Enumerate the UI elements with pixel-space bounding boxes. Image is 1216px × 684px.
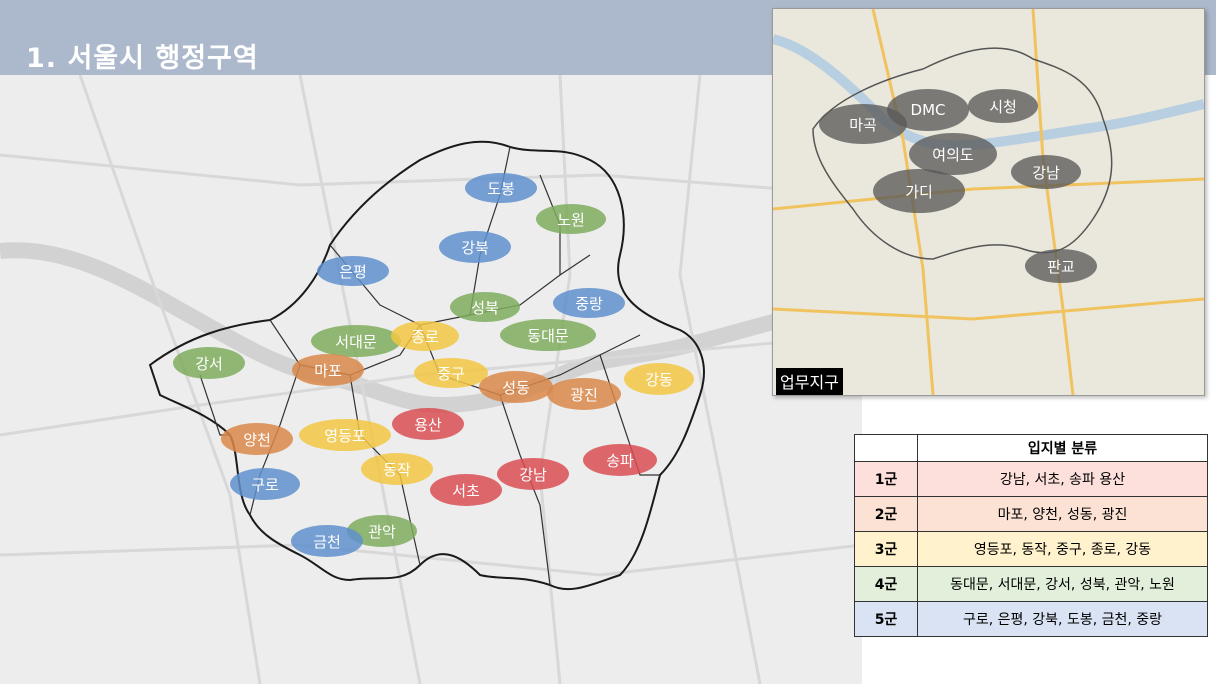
hub-pangyo[interactable]: 판교 — [1025, 249, 1097, 283]
legend-tier: 2군 — [854, 496, 918, 532]
legend-districts: 구로, 은평, 강북, 도봉, 금천, 중랑 — [917, 601, 1208, 637]
district-seongdong[interactable]: 성동 — [479, 371, 553, 403]
district-seocho[interactable]: 서초 — [430, 474, 502, 506]
inset-map-background — [773, 9, 1204, 395]
district-dongdaemun[interactable]: 동대문 — [500, 319, 596, 351]
legend-districts: 마포, 양천, 성동, 광진 — [917, 496, 1208, 532]
business-district-inset: 마곡 DMC 시청 여의도 가디 강남 판교 — [772, 8, 1205, 396]
legend-tier: 1군 — [854, 461, 918, 497]
district-dongjak[interactable]: 동작 — [361, 453, 433, 485]
district-gwangjin[interactable]: 광진 — [547, 378, 621, 410]
legend-tier: 4군 — [854, 566, 918, 602]
district-gangseo[interactable]: 강서 — [173, 347, 245, 379]
district-gangbuk[interactable]: 강북 — [439, 231, 511, 263]
district-seongbuk[interactable]: 성북 — [450, 292, 520, 322]
legend-row: 5군 구로, 은평, 강북, 도봉, 금천, 중랑 — [854, 601, 1208, 637]
district-jungnang[interactable]: 중랑 — [553, 288, 625, 318]
hub-gangnam[interactable]: 강남 — [1011, 155, 1081, 189]
inset-caption: 업무지구 — [776, 368, 843, 395]
district-seodaemun[interactable]: 서대문 — [311, 325, 401, 357]
legend-districts: 영등포, 동작, 중구, 종로, 강동 — [917, 531, 1208, 567]
legend-tier: 3군 — [854, 531, 918, 567]
inset-roads — [773, 9, 1204, 395]
district-yangcheon[interactable]: 양천 — [221, 423, 293, 455]
district-jongno[interactable]: 종로 — [391, 321, 459, 351]
legend-header-blank — [854, 434, 918, 462]
page-title: 1. 서울시 행정구역 — [26, 43, 259, 74]
district-eunpyeong[interactable]: 은평 — [317, 256, 389, 286]
district-junggu[interactable]: 중구 — [414, 358, 488, 388]
legend-row: 4군 동대문, 서대문, 강서, 성북, 관악, 노원 — [854, 566, 1208, 602]
tier-legend-table: 입지별 분류 1군 강남, 서초, 송파 용산 2군 마포, 양천, 성동, 광… — [854, 434, 1208, 637]
legend-tier: 5군 — [854, 601, 918, 637]
legend-districts: 강남, 서초, 송파 용산 — [917, 461, 1208, 497]
legend-row: 3군 영등포, 동작, 중구, 종로, 강동 — [854, 531, 1208, 567]
district-gangdong[interactable]: 강동 — [624, 363, 694, 395]
legend-row: 2군 마포, 양천, 성동, 광진 — [854, 496, 1208, 532]
legend-header: 입지별 분류 — [917, 434, 1208, 462]
district-yongsan[interactable]: 용산 — [392, 408, 464, 440]
legend-header-row: 입지별 분류 — [854, 434, 1208, 462]
district-songpa[interactable]: 송파 — [583, 444, 657, 476]
district-nowon[interactable]: 노원 — [536, 204, 606, 234]
district-geumcheon[interactable]: 금천 — [291, 525, 363, 557]
legend-districts: 동대문, 서대문, 강서, 성북, 관악, 노원 — [917, 566, 1208, 602]
hub-dmc[interactable]: DMC — [887, 89, 969, 131]
hub-gadi[interactable]: 가디 — [873, 169, 965, 213]
hub-city-hall[interactable]: 시청 — [968, 89, 1038, 123]
district-mapo[interactable]: 마포 — [292, 354, 364, 386]
legend-row: 1군 강남, 서초, 송파 용산 — [854, 461, 1208, 497]
district-yeongdeungpo[interactable]: 영등포 — [299, 419, 391, 451]
district-dobong[interactable]: 도봉 — [465, 173, 537, 203]
district-gangnam[interactable]: 강남 — [497, 458, 569, 490]
district-guro[interactable]: 구로 — [230, 468, 300, 500]
seoul-district-map: 도봉 노원 강북 은평 성북 중랑 서대문 종로 동대문 강서 마포 중구 성동… — [0, 75, 862, 684]
